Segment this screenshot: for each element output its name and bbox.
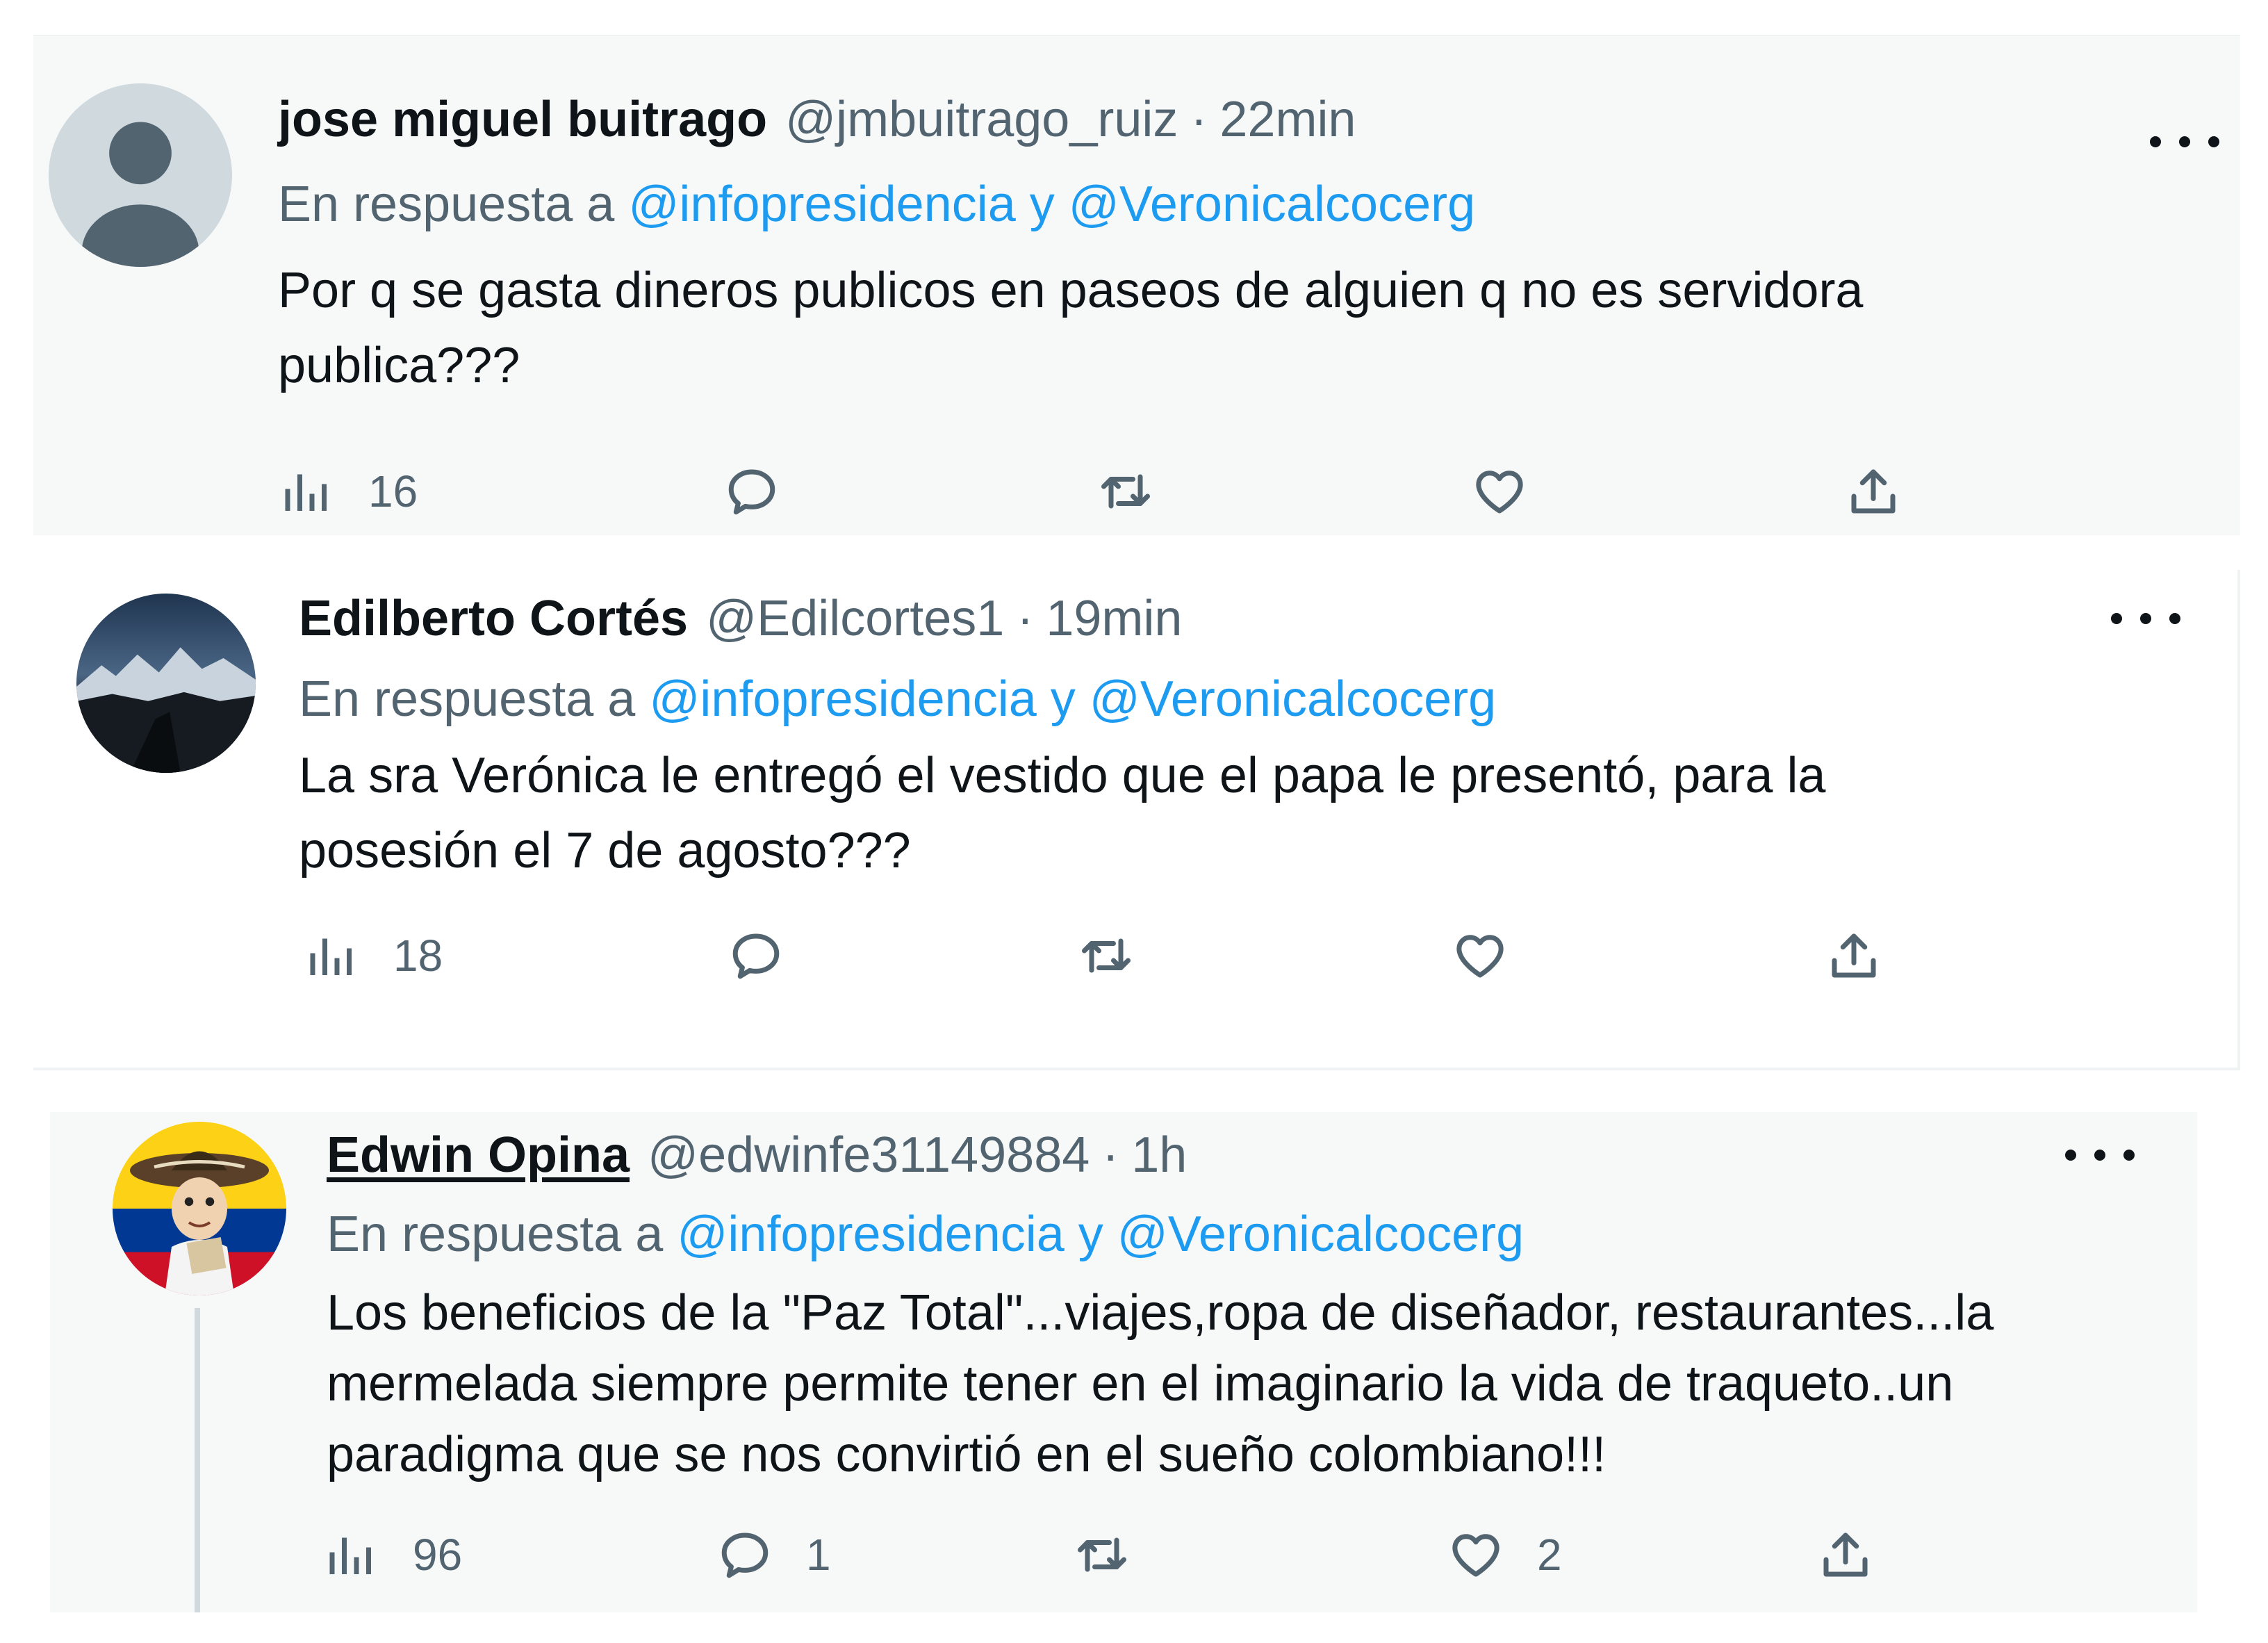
tweet-header: Edwin Opina @edwinfe31149884 · 1h	[327, 1120, 1187, 1190]
separator: ·	[1017, 591, 1034, 646]
reply-prefix: En respuesta a	[327, 1207, 664, 1262]
display-name[interactable]: Edilberto Cortés	[299, 590, 688, 647]
speech-bubble-icon	[721, 1532, 769, 1578]
tweet-actions: 18	[303, 917, 2249, 994]
user-handle[interactable]: @Edilcortes1	[706, 590, 1004, 647]
user-handle[interactable]: @jmbuitrago_ruiz	[785, 91, 1178, 148]
tweet-actions: 16	[278, 453, 2224, 530]
like-button[interactable]: 2	[1447, 1517, 1562, 1593]
heart-icon	[1476, 471, 1523, 514]
share-button[interactable]	[1825, 917, 1883, 994]
reply-mentions[interactable]: @infopresidencia y @Veronicalcocerg	[677, 1207, 1524, 1262]
views-button[interactable]: 18	[303, 917, 443, 994]
more-dots-icon[interactable]	[2111, 598, 2180, 639]
bar-chart-icon	[285, 474, 327, 511]
retweet-arrows-icon	[1078, 1537, 1126, 1572]
reply-button[interactable]	[723, 453, 813, 530]
tweet-text: La sra Verónica le entregó el vestido qu…	[299, 738, 2268, 888]
views-count: 96	[413, 1530, 463, 1580]
reply-button[interactable]: 1	[716, 1517, 831, 1593]
tweet-header: Edilberto Cortés @Edilcortes1 · 19min	[299, 584, 1182, 653]
like-button[interactable]	[1451, 917, 1541, 994]
reply-prefix: En respuesta a	[299, 671, 636, 727]
retweet-button[interactable]	[1077, 917, 1167, 994]
speech-bubble-icon	[728, 469, 775, 515]
separator: ·	[1190, 92, 1208, 147]
retweet-arrows-icon	[1101, 474, 1150, 509]
tweet-card[interactable]: jose miguel buitrago @jmbuitrago_ruiz · …	[33, 35, 2240, 535]
views-button[interactable]: 16	[278, 453, 418, 530]
timestamp[interactable]: 1h	[1131, 1127, 1187, 1184]
tweet-text-line: Por q se gasta dineros publicos en paseo…	[278, 263, 1864, 318]
mountain-landscape-avatar	[76, 594, 256, 773]
share-button[interactable]	[1844, 453, 1903, 530]
separator: ·	[1102, 1127, 1119, 1183]
like-button[interactable]	[1470, 453, 1561, 530]
heart-icon	[1456, 935, 1504, 978]
tweet-text-line: mermelada siempre permite tener en el im…	[327, 1356, 1954, 1412]
tweet-text-line: paradigma que se nos convirtió en el sue…	[327, 1427, 1606, 1482]
reply-context: En respuesta a @infopresidencia y @Veron…	[299, 664, 1496, 734]
reply-button[interactable]	[727, 917, 817, 994]
tweet-text-line: posesión el 7 de agosto???	[299, 823, 911, 878]
tweet-header: jose miguel buitrago @jmbuitrago_ruiz · …	[278, 85, 1356, 154]
tweet-text: Por q se gasta dineros publicos en paseo…	[278, 253, 2268, 403]
avatar[interactable]	[76, 594, 256, 773]
reply-context: En respuesta a @infopresidencia y @Veron…	[278, 170, 1475, 239]
more-dots-icon[interactable]	[2150, 121, 2219, 163]
retweet-arrows-icon	[1082, 938, 1131, 973]
reply-mentions[interactable]: @infopresidencia y @Veronicalcocerg	[649, 671, 1496, 727]
speech-bubble-icon	[732, 933, 780, 979]
heart-icon	[1452, 1534, 1499, 1577]
avatar[interactable]	[113, 1122, 286, 1295]
display-name[interactable]: jose miguel buitrago	[278, 91, 767, 148]
reply-context: En respuesta a @infopresidencia y @Veron…	[327, 1200, 1524, 1269]
tweet-text-line: La sra Verónica le entregó el vestido qu…	[299, 748, 1826, 803]
user-handle[interactable]: @edwinfe31149884	[648, 1127, 1090, 1184]
reply-prefix: En respuesta a	[278, 177, 615, 232]
share-upload-icon	[1832, 933, 1876, 978]
avatar[interactable]	[49, 83, 232, 267]
views-count: 16	[368, 466, 418, 516]
default-profile-icon	[49, 83, 232, 267]
tweet-text: Los beneficios de la "Paz Total"...viaje…	[327, 1277, 2268, 1490]
tweet-text-line: Los beneficios de la "Paz Total"...viaje…	[327, 1285, 1994, 1341]
cartoon-colombia-flag-avatar	[113, 1122, 286, 1295]
tweet-card[interactable]: Edwin Opina @edwinfe31149884 · 1h En res…	[50, 1112, 2197, 1612]
timestamp[interactable]: 19min	[1046, 590, 1182, 647]
more-dots-icon[interactable]	[2065, 1134, 2135, 1176]
views-button[interactable]: 96	[322, 1517, 462, 1593]
share-upload-icon	[1851, 469, 1896, 514]
reply-count: 1	[806, 1530, 831, 1580]
tweet-actions: 96 1 2	[322, 1517, 2199, 1593]
retweet-button[interactable]	[1096, 453, 1187, 530]
tweet-card[interactable]: Edilberto Cortés @Edilcortes1 · 19min En…	[33, 570, 2240, 1070]
share-upload-icon	[1823, 1532, 1868, 1577]
like-count: 2	[1537, 1530, 1562, 1580]
share-button[interactable]	[1816, 1517, 1875, 1593]
views-count: 18	[393, 931, 443, 981]
retweet-button[interactable]	[1073, 1517, 1163, 1593]
reply-mentions[interactable]: @infopresidencia y @Veronicalcocerg	[628, 177, 1475, 232]
thread-connector-line	[195, 1308, 200, 1612]
bar-chart-icon	[310, 938, 352, 975]
bar-chart-icon	[329, 1537, 371, 1574]
timestamp[interactable]: 22min	[1219, 91, 1356, 148]
display-name[interactable]: Edwin Opina	[327, 1127, 630, 1184]
tweet-text-line: publica???	[278, 338, 520, 393]
